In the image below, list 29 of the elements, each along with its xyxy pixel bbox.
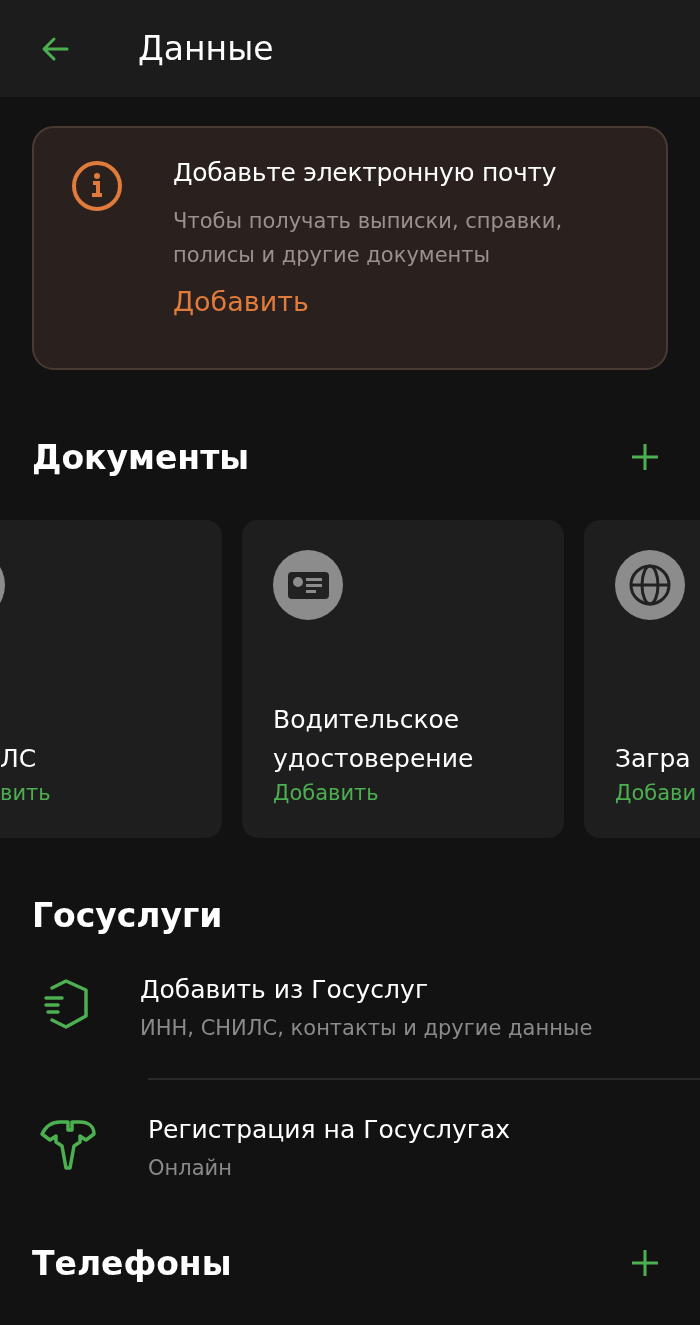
document-card[interactable]: Водительское удостоверение Добавить [242, 520, 564, 838]
page-title: Данные [138, 29, 274, 68]
add-link[interactable]: Добавить [273, 778, 533, 808]
add-button[interactable] [630, 1248, 660, 1278]
item-subtitle: ИНН, СНИЛС, контакты и другие данные [140, 1015, 594, 1042]
id-card-icon [273, 550, 343, 620]
notice-title: Добавьте электронную почту [173, 157, 558, 189]
list-item[interactable]: Регистрация на Госуслугах Онлайн [0, 1078, 700, 1216]
section-title: Документы [32, 437, 250, 477]
section-title: Госуслуги [32, 895, 223, 935]
list-item[interactable]: Добавить из Госуслуг ИНН, СНИЛС, контакты и другие данные [0, 940, 700, 1078]
document-title: ЛС [0, 743, 38, 775]
document-card[interactable]: Загра Добави [584, 520, 700, 838]
add-email-link[interactable]: Добавить [173, 286, 309, 317]
plus-icon [630, 1248, 660, 1278]
notice-text: Чтобы получать выписки, справки, полисы и другие документы [173, 208, 564, 269]
document-title: Водительское удостоверение [273, 704, 475, 775]
add-link[interactable]: вить [0, 778, 191, 808]
document-title: Загра [615, 743, 692, 775]
add-link[interactable]: Добави [615, 778, 700, 808]
add-button[interactable] [630, 442, 660, 472]
item-subtitle: Онлайн [148, 1155, 233, 1182]
document-card[interactable]: ЛС вить [0, 520, 222, 838]
info-icon [71, 160, 123, 212]
plus-icon [630, 442, 660, 472]
item-title: Добавить из Госуслуг [140, 974, 429, 1006]
item-title: Регистрация на Госуслугах [148, 1114, 512, 1146]
section-title: Телефоны [32, 1243, 232, 1283]
globe-icon [615, 550, 685, 620]
